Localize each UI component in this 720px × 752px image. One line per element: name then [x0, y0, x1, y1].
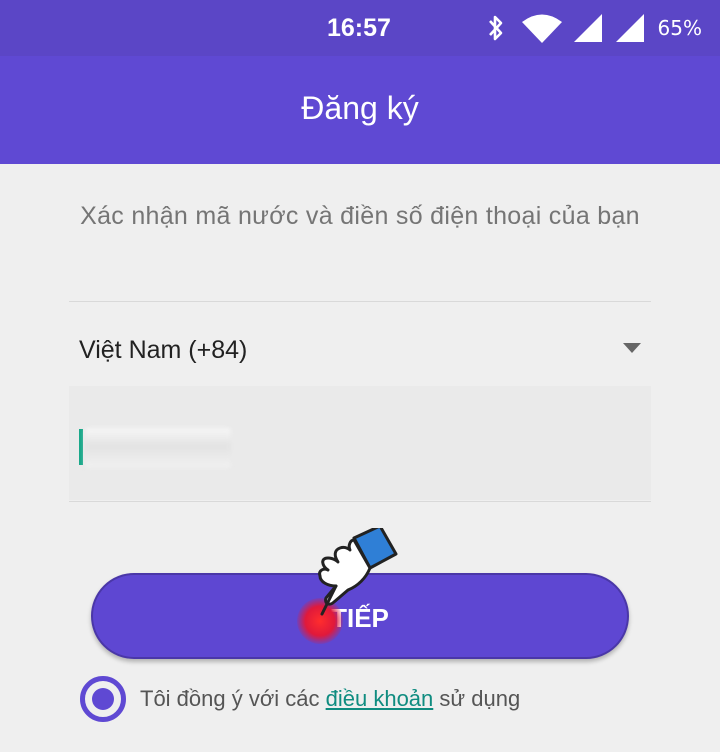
status-bar: 16:57 65%	[0, 0, 720, 56]
country-select-value: Việt Nam (+84)	[79, 336, 248, 364]
text-cursor	[79, 429, 83, 465]
page-title: Đăng ký	[301, 90, 419, 126]
radio-dot	[92, 688, 114, 710]
wifi-icon	[521, 14, 562, 43]
signal-icon	[573, 14, 602, 42]
app-bar: Đăng ký	[0, 56, 720, 164]
blurred-phone-number	[85, 428, 231, 468]
pointing-hand-icon	[318, 528, 398, 616]
terms-prefix: Tôi đồng ý với các	[140, 686, 326, 711]
terms-agree-radio[interactable]	[80, 676, 126, 722]
battery-percentage: 65%	[657, 16, 702, 40]
terms-link[interactable]: điều khoản	[326, 686, 434, 711]
status-time: 16:57	[327, 14, 391, 42]
divider	[69, 301, 651, 302]
dropdown-arrow-icon	[623, 343, 641, 353]
signal-icon	[615, 14, 644, 42]
terms-text: Tôi đồng ý với các điều khoản sử dụng	[140, 686, 520, 712]
phone-number-input[interactable]	[69, 386, 651, 500]
divider	[69, 501, 651, 502]
bluetooth-icon	[488, 15, 502, 41]
country-select[interactable]: Việt Nam (+84)	[69, 312, 651, 386]
status-icons: 65%	[486, 12, 702, 44]
instruction-text: Xác nhận mã nước và điền số điện thoại c…	[80, 202, 640, 230]
terms-suffix: sử dụng	[433, 686, 521, 711]
terms-row: Tôi đồng ý với các điều khoản sử dụng	[80, 674, 520, 724]
